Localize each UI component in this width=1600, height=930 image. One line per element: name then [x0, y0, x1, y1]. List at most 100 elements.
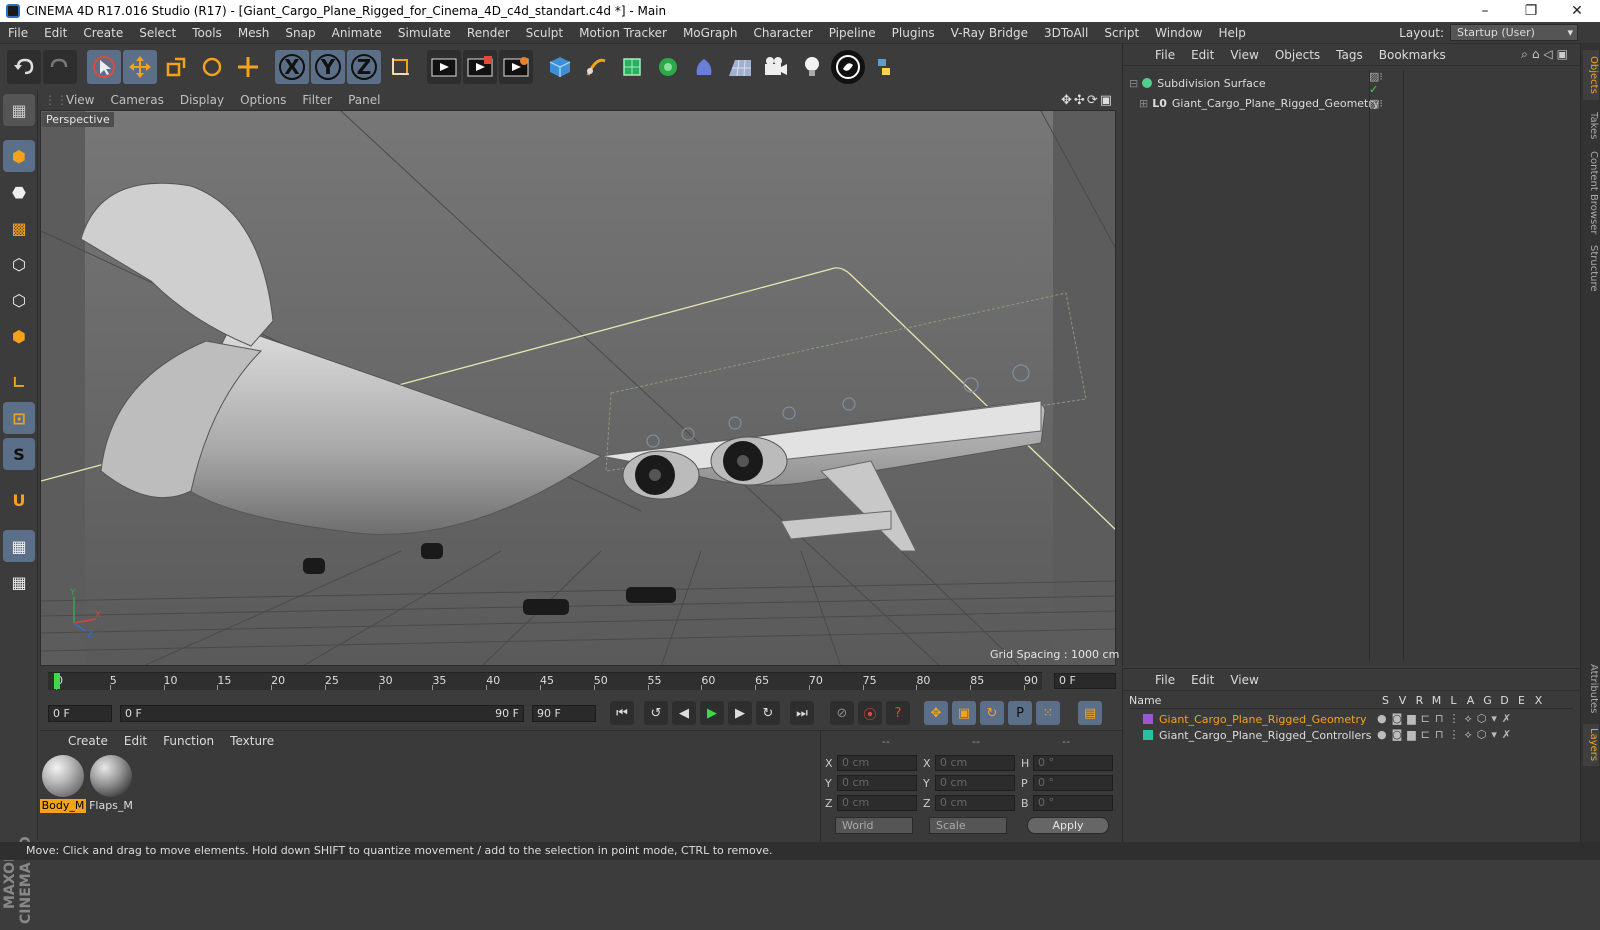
- menu-help[interactable]: Help: [1210, 26, 1253, 40]
- menu-window[interactable]: Window: [1147, 26, 1210, 40]
- key-rotation-icon[interactable]: ↻: [980, 701, 1004, 725]
- timeline[interactable]: 051015202530354045505560657075808590 0 F: [40, 666, 1122, 696]
- layer-row-geometry[interactable]: Giant_Cargo_Plane_Rigged_Geometry ●◙▆⊏⊓⋮…: [1129, 711, 1516, 727]
- move-icon[interactable]: [123, 50, 157, 84]
- object-menu-tags[interactable]: Tags: [1328, 48, 1371, 62]
- 3d-viewport[interactable]: Y X Z: [40, 110, 1116, 666]
- timeline-playhead[interactable]: [54, 673, 60, 689]
- x-axis-icon[interactable]: X: [275, 50, 309, 84]
- material-menu-create[interactable]: Create: [60, 734, 116, 748]
- object-menu-edit[interactable]: Edit: [1183, 48, 1222, 62]
- transform-icon[interactable]: [231, 50, 265, 84]
- coordinate-transform-dropdown[interactable]: Scale: [929, 817, 1007, 834]
- polygons-mode-icon[interactable]: ⬢: [3, 320, 35, 352]
- viewport-menu-panel[interactable]: Panel: [340, 93, 388, 107]
- viewport-menu-filter[interactable]: Filter: [294, 93, 340, 107]
- render-view-icon[interactable]: [427, 50, 461, 84]
- object-menu-objects[interactable]: Objects: [1267, 48, 1328, 62]
- undo-icon[interactable]: [7, 50, 41, 84]
- timeline-ruler[interactable]: 051015202530354045505560657075808590: [48, 672, 1042, 690]
- preview-range-slider[interactable]: 0 F 90 F: [120, 704, 524, 722]
- material-flaps[interactable]: Flaps_M: [88, 755, 134, 813]
- tweak-mode-icon[interactable]: ⊡: [3, 402, 35, 434]
- pen-icon[interactable]: [579, 50, 613, 84]
- rotation-p-field[interactable]: 0 °: [1033, 775, 1113, 791]
- menu-render[interactable]: Render: [459, 26, 518, 40]
- render-settings-icon[interactable]: [499, 50, 533, 84]
- tab-structure[interactable]: Structure: [1583, 240, 1599, 296]
- tab-takes[interactable]: Takes: [1583, 106, 1599, 146]
- menu-motion-tracker[interactable]: Motion Tracker: [571, 26, 675, 40]
- size-z-field[interactable]: 0 cm: [935, 795, 1015, 811]
- python-icon[interactable]: [867, 50, 901, 84]
- viewport-menu-display[interactable]: Display: [172, 93, 232, 107]
- coordinate-mode-dropdown[interactable]: World: [835, 817, 913, 834]
- visibility-toggle-icon[interactable]: ▨⁝: [1369, 97, 1383, 110]
- key-position-icon[interactable]: ✥: [924, 701, 948, 725]
- lock-workplane-icon[interactable]: ▦: [3, 530, 35, 562]
- rotate-icon[interactable]: [195, 50, 229, 84]
- menu-file[interactable]: File: [0, 26, 36, 40]
- cloner-icon[interactable]: [651, 50, 685, 84]
- rotation-b-field[interactable]: 0 °: [1033, 795, 1113, 811]
- goto-start-icon[interactable]: ⏮: [610, 701, 634, 725]
- layer-toggle-icons[interactable]: ●◙▆⊏⊓⋮⟡⬡▾✗: [1377, 728, 1516, 742]
- object-menu-bookmarks[interactable]: Bookmarks: [1371, 48, 1454, 62]
- z-axis-icon[interactable]: Z: [347, 50, 381, 84]
- menu-select[interactable]: Select: [131, 26, 184, 40]
- position-z-field[interactable]: 0 cm: [837, 795, 917, 811]
- tree-collapse-icon[interactable]: ⊟: [1129, 77, 1138, 90]
- material-menu-edit[interactable]: Edit: [116, 734, 155, 748]
- render-picture-viewer-icon[interactable]: [463, 50, 497, 84]
- previous-frame-icon[interactable]: ◀: [672, 701, 696, 725]
- autokeying-icon[interactable]: ⦿: [858, 701, 882, 725]
- menu-script[interactable]: Script: [1096, 26, 1147, 40]
- object-menu-file[interactable]: File: [1147, 48, 1183, 62]
- viewport-menu-options[interactable]: Options: [232, 93, 294, 107]
- layer-toggle-icons[interactable]: ●◙▆⊏⊓⋮⟡⬡▾✗: [1377, 712, 1516, 726]
- maximize-button[interactable]: ❐: [1508, 0, 1554, 22]
- menu-edit[interactable]: Edit: [36, 26, 75, 40]
- end-frame-field[interactable]: 90 F: [532, 704, 596, 722]
- layer-color-swatch[interactable]: [1143, 714, 1153, 724]
- menu-mesh[interactable]: Mesh: [230, 26, 278, 40]
- make-editable-icon[interactable]: ▦: [3, 94, 35, 126]
- layer-color-swatch[interactable]: [1143, 730, 1153, 740]
- floor-icon[interactable]: [723, 50, 757, 84]
- y-axis-icon[interactable]: Y: [311, 50, 345, 84]
- position-x-field[interactable]: 0 cm: [837, 755, 917, 771]
- workplane-mode-icon[interactable]: ▩: [3, 212, 35, 244]
- apply-button[interactable]: Apply: [1027, 817, 1109, 834]
- key-parameter-icon[interactable]: P: [1008, 701, 1032, 725]
- menu-create[interactable]: Create: [75, 26, 131, 40]
- camera-icon[interactable]: [759, 50, 793, 84]
- menu-character[interactable]: Character: [745, 26, 820, 40]
- tab-content-browser[interactable]: Content Browser: [1583, 150, 1599, 236]
- next-frame-icon[interactable]: ▶: [728, 701, 752, 725]
- scale-icon[interactable]: [159, 50, 193, 84]
- size-x-field[interactable]: 0 cm: [935, 755, 1015, 771]
- key-pla-icon[interactable]: ⁙: [1036, 701, 1060, 725]
- current-frame-field[interactable]: 0 F: [1054, 673, 1116, 689]
- menu-plugins[interactable]: Plugins: [884, 26, 943, 40]
- layer-menu-file[interactable]: File: [1147, 673, 1183, 687]
- previous-key-icon[interactable]: ↺: [644, 701, 668, 725]
- play-icon[interactable]: ▶: [700, 701, 724, 725]
- menu-snap[interactable]: Snap: [277, 26, 323, 40]
- material-body[interactable]: Body_M: [40, 755, 86, 813]
- layer-row-controllers[interactable]: Giant_Cargo_Plane_Rigged_Controllers ●◙▆…: [1129, 727, 1516, 743]
- edges-mode-icon[interactable]: ⬡: [3, 284, 35, 316]
- position-y-field[interactable]: 0 cm: [837, 775, 917, 791]
- tree-expand-icon[interactable]: ⊞: [1139, 97, 1148, 110]
- material-menu-texture[interactable]: Texture: [222, 734, 282, 748]
- menu-sculpt[interactable]: Sculpt: [518, 26, 571, 40]
- select-arrow-icon[interactable]: [87, 50, 121, 84]
- deformer-icon[interactable]: [687, 50, 721, 84]
- redo-icon[interactable]: [43, 50, 77, 84]
- menu-pipeline[interactable]: Pipeline: [821, 26, 884, 40]
- viewport-navigation-icons[interactable]: ✥✣⟳▣: [1061, 93, 1114, 108]
- size-y-field[interactable]: 0 cm: [935, 775, 1015, 791]
- texture-mode-icon[interactable]: ⬣: [3, 176, 35, 208]
- visibility-toggle-icon[interactable]: ▨⁝✓: [1369, 70, 1383, 96]
- menu-simulate[interactable]: Simulate: [390, 26, 459, 40]
